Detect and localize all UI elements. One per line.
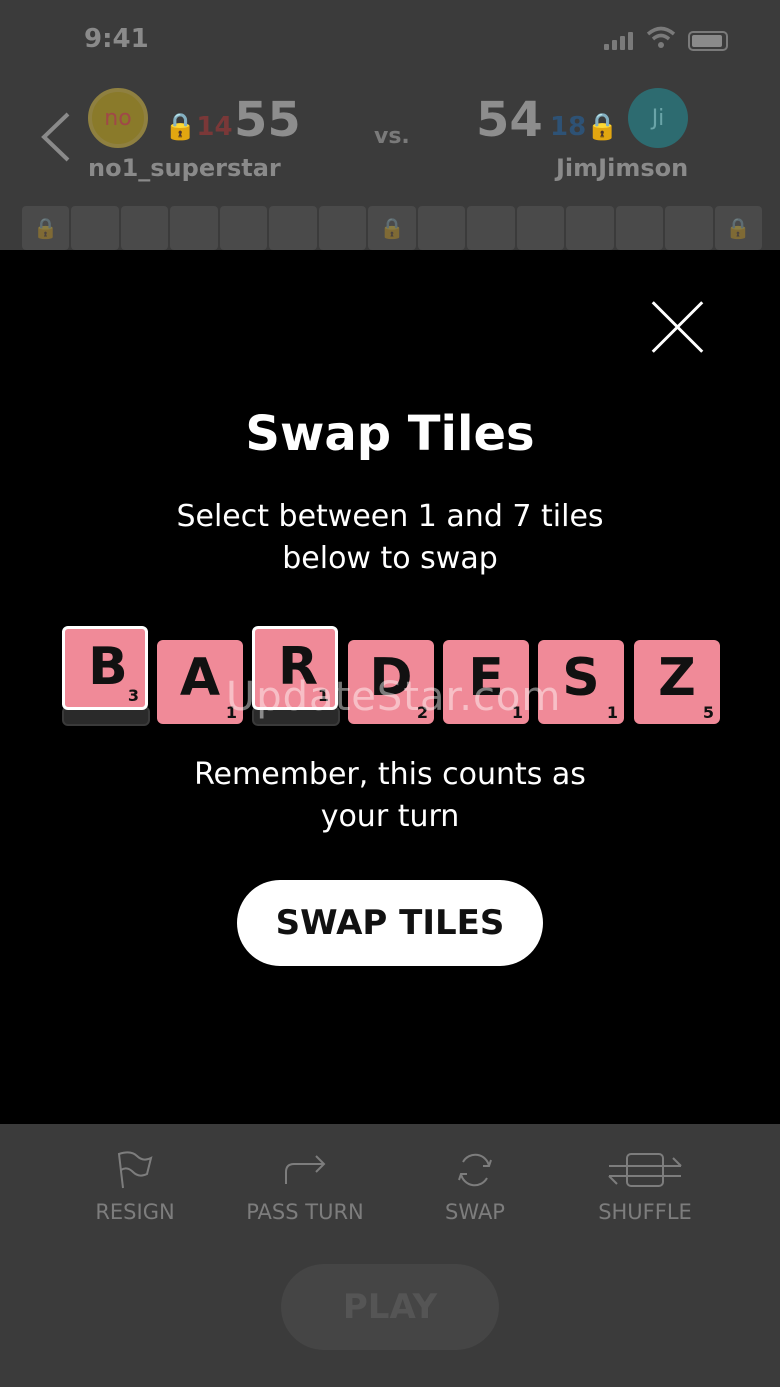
left-lock-count: 🔒14: [164, 112, 233, 142]
tile-points: 1: [606, 703, 618, 722]
board-cell: [318, 206, 367, 250]
pass-turn-label: PASS TURN: [246, 1200, 364, 1224]
tile-letter: Z: [658, 648, 696, 708]
left-player-score: 55: [234, 92, 301, 148]
shuffle-button[interactable]: SHUFFLE: [560, 1148, 730, 1224]
left-player-name: no1_superstar: [88, 154, 281, 182]
vs-label: vs.: [374, 124, 410, 149]
board-cell: [467, 206, 515, 250]
tile-slot[interactable]: B 3: [62, 626, 150, 730]
board-cell: [71, 206, 119, 250]
signal-icon: [604, 30, 634, 50]
swap-cycle-icon: [458, 1153, 492, 1187]
swap-tiles-button[interactable]: SWAP TILES: [237, 880, 543, 966]
status-bar: 9:41: [0, 0, 780, 80]
lock-icon: 🔒: [586, 112, 619, 142]
shuffle-icon: [608, 1153, 682, 1187]
swap-toolbar-button[interactable]: SWAP: [390, 1148, 560, 1224]
right-avatar-initials: Ji: [651, 105, 665, 131]
tile[interactable]: Z 5: [634, 640, 720, 724]
tile-points: 5: [702, 703, 714, 722]
battery-icon: [688, 31, 728, 51]
board-cell: [665, 206, 713, 250]
board-cell: [368, 206, 416, 250]
board-cell: [269, 206, 317, 250]
play-button[interactable]: PLAY: [281, 1264, 499, 1350]
status-time: 9:41: [84, 24, 149, 54]
pass-turn-button[interactable]: PASS TURN: [220, 1148, 390, 1224]
resign-label: RESIGN: [95, 1200, 175, 1224]
tile-slot[interactable]: Z 5: [634, 626, 722, 730]
left-avatar-initials: no: [104, 105, 132, 131]
board-cell: [120, 206, 169, 250]
board-cell: [566, 206, 614, 250]
right-player-avatar: Ji: [628, 88, 688, 148]
tile[interactable]: B 3: [62, 626, 148, 710]
right-player-name: JimJimson: [556, 154, 689, 182]
board-cell: [417, 206, 466, 250]
wifi-icon: [646, 26, 676, 48]
resign-button[interactable]: RESIGN: [50, 1148, 220, 1224]
board-cell: [170, 206, 218, 250]
watermark: UpdateStar.com: [226, 674, 562, 720]
right-lock-count: 18🔒: [550, 112, 619, 142]
board-cell: [22, 206, 70, 250]
back-chevron-icon[interactable]: [38, 110, 72, 164]
lock-icon: 🔒: [164, 112, 197, 142]
modal-title: Swap Tiles: [245, 406, 535, 462]
left-player-avatar: no: [88, 88, 148, 148]
flag-icon: [117, 1151, 153, 1189]
tile-points: 3: [127, 686, 139, 705]
board-cell: [615, 206, 664, 250]
right-player-score: 54: [476, 92, 543, 148]
bottom-toolbar: RESIGN PASS TURN SWAP SHUFFLE PLAY: [0, 1124, 780, 1387]
pass-arrow-icon: [285, 1155, 326, 1184]
modal-subtitle: Select between 1 and 7 tiles below to sw…: [176, 499, 604, 576]
shuffle-label: SHUFFLE: [598, 1200, 692, 1224]
board-cell: [516, 206, 565, 250]
swap-label: SWAP: [445, 1200, 505, 1224]
remember-note: Remember, this counts as your turn: [194, 757, 586, 834]
board-cell: [219, 206, 268, 250]
board-cell: [714, 206, 763, 250]
swap-tiles-modal: Swap Tiles Select between 1 and 7 tiles …: [0, 250, 780, 1124]
close-icon[interactable]: [650, 298, 706, 354]
board-strip: [22, 206, 763, 250]
